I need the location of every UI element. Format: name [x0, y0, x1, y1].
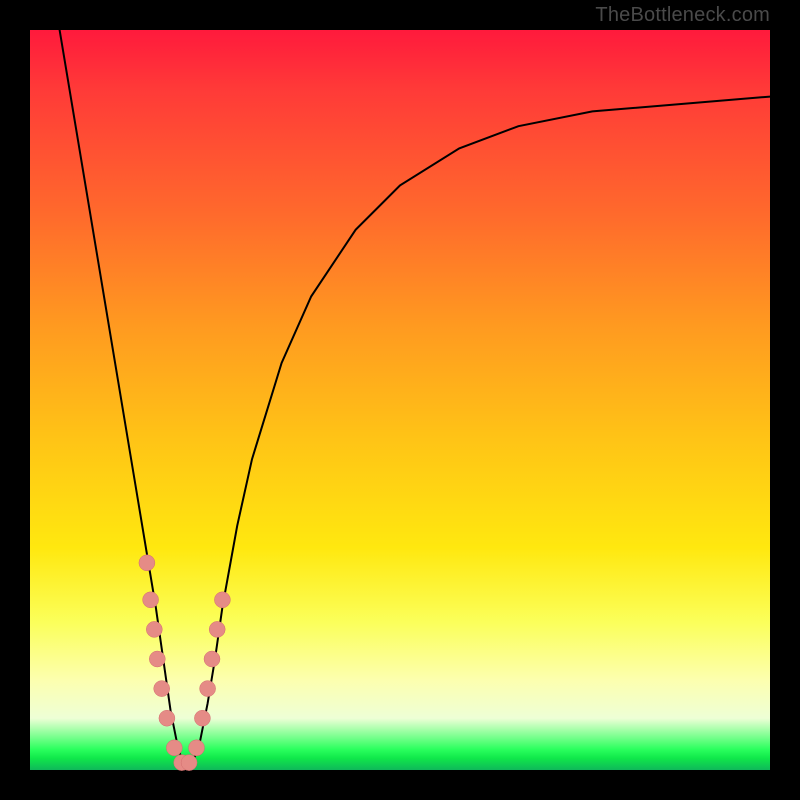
bead-marker	[139, 555, 155, 571]
bead-marker	[200, 681, 216, 697]
bead-marker	[181, 755, 197, 771]
bead-marker	[166, 740, 182, 756]
bead-marker	[189, 740, 205, 756]
chart-frame: TheBottleneck.com	[0, 0, 800, 800]
bead-marker	[214, 592, 230, 608]
bead-marker	[149, 651, 165, 667]
bead-marker	[159, 710, 175, 726]
bead-marker	[154, 681, 170, 697]
watermark-text: TheBottleneck.com	[595, 4, 770, 27]
bead-marker	[143, 592, 159, 608]
plot-area	[30, 30, 770, 770]
bead-marker	[194, 710, 210, 726]
bottleneck-curve	[60, 30, 770, 770]
bead-marker	[209, 621, 225, 637]
bead-marker	[204, 651, 220, 667]
curve-layer	[30, 30, 770, 770]
bead-marker	[146, 621, 162, 637]
